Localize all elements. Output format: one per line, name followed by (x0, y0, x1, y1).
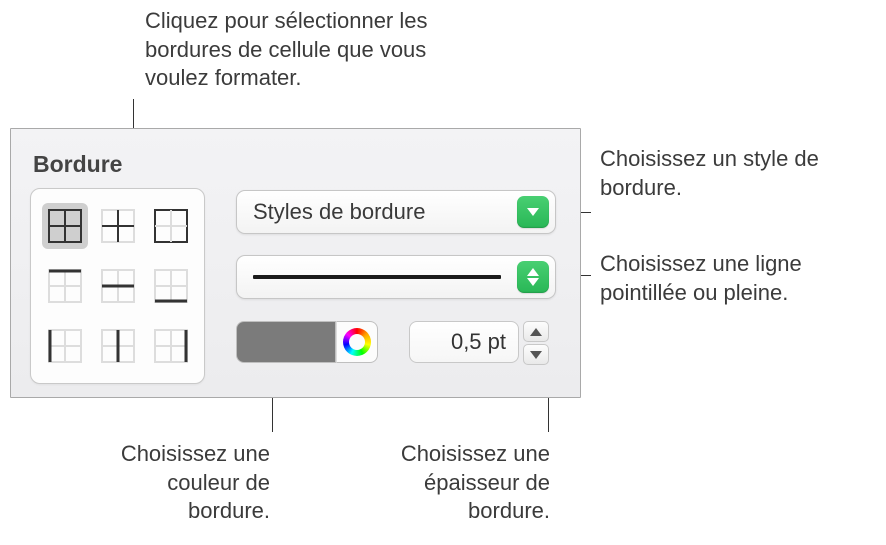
border-top-icon (48, 269, 82, 303)
border-thickness-field[interactable]: 0,5 pt (409, 321, 519, 363)
border-horizontal-icon (101, 269, 135, 303)
border-color-swatch[interactable] (236, 321, 336, 363)
border-outside-button[interactable] (148, 203, 194, 249)
border-style-dropdown[interactable]: Styles de bordure (236, 190, 556, 234)
border-inside-icon (101, 209, 135, 243)
border-right-button[interactable] (148, 323, 194, 369)
thickness-step-down-button[interactable] (523, 344, 549, 365)
color-wheel-button[interactable] (336, 321, 378, 363)
border-left-button[interactable] (42, 323, 88, 369)
border-selector-grid (30, 188, 205, 384)
border-horizontal-button[interactable] (95, 263, 141, 309)
callout-style-text: Choisissez un style de bordure. (600, 145, 880, 202)
border-all-icon (48, 209, 82, 243)
thickness-step-up-button[interactable] (523, 321, 549, 342)
chevron-down-icon (530, 351, 542, 359)
border-panel: Bordure (10, 128, 581, 398)
border-thickness-stepper: 0,5 pt (409, 321, 549, 365)
border-all-button[interactable] (42, 203, 88, 249)
callout-color-text: Choisissez une couleur de bordure. (110, 440, 270, 526)
color-wheel-icon (343, 328, 371, 356)
border-vertical-icon (101, 329, 135, 363)
border-line-type-dropdown[interactable] (236, 255, 556, 299)
chevron-up-icon (530, 328, 542, 336)
border-color-controls (236, 321, 378, 363)
border-inside-button[interactable] (95, 203, 141, 249)
border-thickness-value: 0,5 pt (451, 329, 506, 355)
border-bottom-icon (154, 269, 188, 303)
border-style-dropdown-label: Styles de bordure (237, 199, 517, 225)
chevron-up-down-icon (517, 261, 549, 293)
callout-line-text: Choisissez une ligne pointillée ou plein… (600, 250, 886, 307)
border-top-button[interactable] (42, 263, 88, 309)
border-left-icon (48, 329, 82, 363)
chevron-down-icon (517, 196, 549, 228)
border-outside-icon (154, 209, 188, 243)
border-right-icon (154, 329, 188, 363)
panel-title: Bordure (33, 151, 122, 178)
border-vertical-button[interactable] (95, 323, 141, 369)
border-line-sample (253, 275, 501, 279)
callout-thickness-text: Choisissez une épaisseur de bordure. (370, 440, 550, 526)
callout-grid-text: Cliquez pour sélectionner les bordures d… (145, 7, 485, 93)
border-bottom-button[interactable] (148, 263, 194, 309)
